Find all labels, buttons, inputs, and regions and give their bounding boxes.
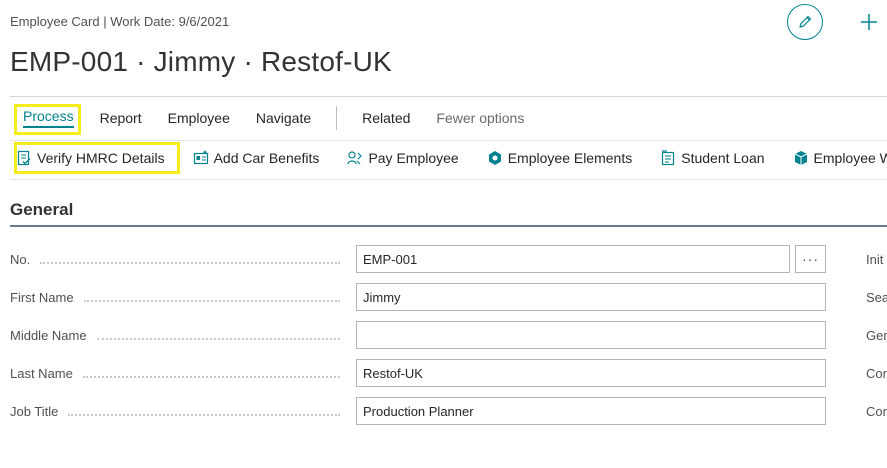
hexagon-icon [487, 150, 503, 166]
verify-document-icon [16, 150, 32, 166]
middle-name-input[interactable] [356, 321, 826, 349]
tab-process[interactable]: Process [10, 101, 87, 135]
field-label: No. [10, 251, 31, 267]
tab-employee[interactable]: Employee [155, 101, 243, 135]
add-car-benefits-button[interactable]: Add Car Benefits [193, 142, 319, 174]
employee-elements-button[interactable]: Employee Elements [487, 142, 632, 174]
no-lookup-button[interactable]: ··· [795, 245, 826, 273]
tab-related[interactable]: Related [349, 101, 423, 135]
pay-employee-button[interactable]: Pay Employee [347, 142, 459, 174]
field-row-job-title: Job Title [10, 397, 350, 425]
right-column-label: Sea [866, 290, 887, 305]
actions-divider [10, 179, 887, 180]
section-divider [10, 225, 887, 227]
verify-hmrc-details-button[interactable]: Verify HMRC Details [16, 142, 165, 174]
field-label: Job Title [10, 403, 59, 419]
tab-separator [336, 106, 338, 130]
tab-report[interactable]: Report [87, 101, 155, 135]
section-general-title: General [10, 200, 74, 219]
right-column-label: Cor [866, 404, 887, 419]
field-row-first-name: First Name [10, 283, 350, 311]
field-label: First Name [10, 289, 74, 305]
pay-employee-icon [347, 150, 363, 166]
edit-button[interactable] [787, 4, 823, 40]
employee-work-button[interactable]: Employee Wor [793, 142, 887, 174]
add-card-icon [193, 150, 209, 166]
field-row-no: No. [10, 245, 350, 273]
first-name-input[interactable]: Jimmy [356, 283, 826, 311]
right-column-label: Cor [866, 366, 887, 381]
plus-icon [861, 14, 877, 30]
page-title: EMP-001 · Jimmy · Restof-UK [10, 46, 392, 77]
cube-icon [793, 150, 809, 166]
field-row-middle-name: Middle Name [10, 321, 350, 349]
header-divider [10, 96, 887, 97]
action-bar: Verify HMRC Details Add Car Benefits Pay… [10, 142, 887, 174]
student-loan-button[interactable]: Student Loan [660, 142, 765, 174]
action-tabs: Process Report Employee Navigate Related… [10, 100, 537, 136]
job-title-input[interactable]: Production Planner [356, 397, 826, 425]
no-input[interactable]: EMP-001 [356, 245, 790, 273]
tab-navigate[interactable]: Navigate [243, 101, 324, 135]
page-subtitle: Employee Card | Work Date: 9/6/2021 [10, 14, 230, 29]
fewer-options-button[interactable]: Fewer options [423, 101, 537, 135]
field-row-last-name: Last Name [10, 359, 350, 387]
pencil-icon [799, 15, 812, 28]
last-name-input[interactable]: Restof-UK [356, 359, 826, 387]
right-column-label: Ger [866, 328, 887, 343]
tabs-divider [10, 140, 887, 141]
field-label: Middle Name [10, 327, 87, 343]
student-loan-icon [660, 150, 676, 166]
right-column-label: Init [866, 252, 884, 267]
field-label: Last Name [10, 365, 73, 381]
add-button[interactable] [856, 8, 882, 36]
